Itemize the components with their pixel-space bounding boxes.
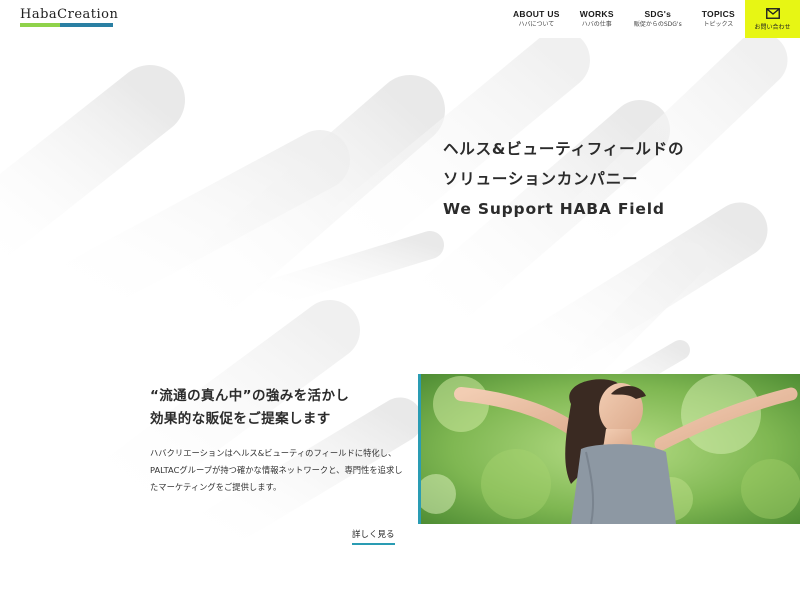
nav-item-sublabel: ハバについて	[518, 21, 555, 28]
nav-item-sublabel: 販促からのSDG's	[633, 21, 682, 28]
hero-copy: ヘルス&ビューティフィールドの ソリューションカンパニー We Support …	[443, 134, 684, 224]
logo-text: HabaCreation	[20, 7, 119, 22]
nav-item-about[interactable]: ABOUT US ハバについて	[503, 0, 570, 38]
nav-item-sublabel: トピックス	[703, 21, 734, 28]
nav-item-sdgs[interactable]: SDG's 販促からのSDG's	[624, 0, 692, 38]
contact-button[interactable]: お問い合わせ	[745, 0, 800, 38]
intro-heading-line: 効果的な販促をご提案します	[150, 411, 331, 427]
nav-item-label: WORKS	[579, 9, 614, 19]
site-header: HabaCreation ABOUT US ハバについて WORKS ハバの仕事…	[0, 0, 800, 38]
hero-line: ソリューションカンパニー	[443, 170, 639, 188]
read-more-link[interactable]: 詳しく見る	[352, 528, 395, 545]
contact-label: お問い合わせ	[754, 23, 791, 31]
intro-heading-line: “流通の真ん中”の強みを活かし	[150, 388, 350, 404]
mail-icon	[765, 7, 780, 19]
nav-item-topics[interactable]: TOPICS トピックス	[692, 0, 745, 38]
site-logo[interactable]: HabaCreation	[20, 7, 119, 32]
intro-section: “流通の真ん中”の強みを活かし 効果的な販促をご提案します ハバクリエーションは…	[150, 385, 410, 496]
nav-item-label: ABOUT US	[512, 9, 560, 19]
hero-tagline: We Support HABA Field	[443, 200, 665, 218]
nav-item-works[interactable]: WORKS ハバの仕事	[570, 0, 624, 38]
nav-item-sublabel: ハバの仕事	[581, 21, 612, 28]
hero-line: ヘルス&ビューティフィールドの	[443, 140, 685, 158]
nav-item-label: TOPICS	[701, 9, 735, 19]
logo-underline-accent	[20, 23, 60, 27]
intro-body: ハバクリエーションはヘルス&ビューティのフィールドに特化し、PALTACグループ…	[150, 448, 403, 492]
woman-stretching-photo	[418, 374, 800, 524]
nav-item-label: SDG's	[644, 9, 672, 19]
photo-illustration	[421, 374, 800, 524]
global-nav: ABOUT US ハバについて WORKS ハバの仕事 SDG's 販促からのS…	[503, 0, 745, 38]
